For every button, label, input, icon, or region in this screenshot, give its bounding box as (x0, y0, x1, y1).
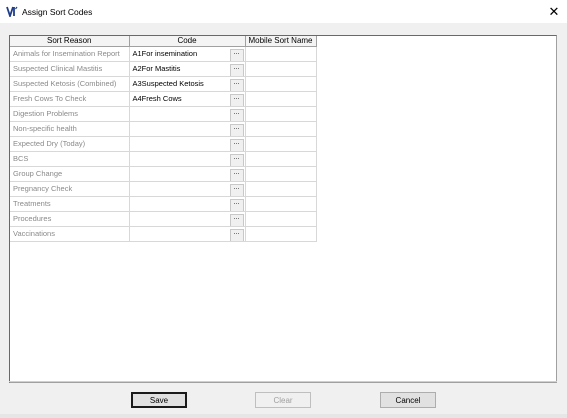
save-button[interactable]: Save (131, 392, 187, 408)
cancel-button[interactable]: Cancel (380, 392, 436, 408)
mobile-sort-name-cell[interactable] (245, 151, 317, 167)
code-picker-button[interactable]: ... (229, 64, 244, 76)
table-row[interactable]: Procedures... (10, 211, 317, 227)
code-cell[interactable]: A1For insemination... (129, 46, 246, 62)
mobile-sort-name-cell[interactable] (245, 196, 317, 212)
code-cell[interactable]: ... (129, 181, 246, 197)
sort-reason-cell: Vaccinations (10, 226, 130, 242)
code-cell[interactable]: ... (129, 196, 246, 212)
table-row[interactable]: Animals for Insemination Report A1For ins… (10, 46, 317, 62)
sort-reason-cell: Expected Dry (Today) (10, 136, 130, 152)
column-header-mobile-sort-name[interactable]: Mobile Sort Name (245, 36, 317, 47)
table-row[interactable]: Non-specific health... (10, 121, 317, 137)
code-picker-button[interactable]: ... (229, 199, 244, 211)
mobile-sort-name-cell[interactable] (245, 46, 317, 62)
code-cell[interactable]: ... (129, 121, 246, 137)
mobile-sort-name-cell[interactable] (245, 181, 317, 197)
mobile-sort-name-cell[interactable] (245, 76, 317, 92)
title-bar: Assign Sort Codes ✕ (0, 0, 567, 23)
column-header-code[interactable]: Code (129, 36, 246, 47)
code-picker-button[interactable]: ... (229, 94, 244, 106)
window-bottom-edge (0, 414, 567, 418)
column-header-sort-reason[interactable]: Sort Reason (10, 36, 130, 47)
table-row[interactable]: BCS... (10, 151, 317, 167)
clear-button: Clear (255, 392, 311, 408)
code-picker-button[interactable]: ... (229, 229, 244, 241)
code-picker-button[interactable]: ... (229, 169, 244, 181)
code-cell[interactable]: ... (129, 226, 246, 242)
code-cell[interactable]: A4Fresh Cows... (129, 91, 246, 107)
mobile-sort-name-cell[interactable] (245, 121, 317, 137)
table-row[interactable]: Vaccinations... (10, 226, 317, 242)
table-row[interactable]: Suspected Clinical Mastitis A2For Mastiti… (10, 61, 317, 77)
sort-reason-cell: Fresh Cows To Check (10, 91, 130, 107)
sort-codes-table: Sort Reason Code Mobile Sort Name Animal… (10, 36, 317, 242)
sort-reason-cell: Animals for Insemination Report (10, 46, 130, 62)
sort-reason-cell: Digestion Problems (10, 106, 130, 122)
grid-divider (9, 381, 557, 382)
code-picker-button[interactable]: ... (229, 49, 244, 61)
sort-codes-grid[interactable]: Sort Reason Code Mobile Sort Name Animal… (9, 35, 557, 383)
mobile-sort-name-cell[interactable] (245, 211, 317, 227)
code-picker-button[interactable]: ... (229, 139, 244, 151)
sort-reason-cell: Suspected Ketosis (Combined) (10, 76, 130, 92)
code-cell[interactable]: ... (129, 211, 246, 227)
code-picker-button[interactable]: ... (229, 154, 244, 166)
sort-reason-cell: Group Change (10, 166, 130, 182)
code-cell[interactable]: ... (129, 106, 246, 122)
sort-reason-cell: Suspected Clinical Mastitis (10, 61, 130, 77)
mobile-sort-name-cell[interactable] (245, 61, 317, 77)
table-row[interactable]: Fresh Cows To Check A4Fresh Cows... (10, 91, 317, 107)
sort-reason-cell: Non-specific health (10, 121, 130, 137)
code-picker-button[interactable]: ... (229, 109, 244, 121)
mobile-sort-name-cell[interactable] (245, 91, 317, 107)
sort-reason-cell: Procedures (10, 211, 130, 227)
grid-body: Animals for Insemination Report A1For ins… (10, 46, 317, 242)
code-value: A4Fresh Cows (132, 94, 182, 103)
code-cell[interactable]: ... (129, 151, 246, 167)
app-icon (6, 6, 18, 17)
close-button[interactable]: ✕ (541, 0, 567, 23)
mobile-sort-name-cell[interactable] (245, 136, 317, 152)
mobile-sort-name-cell[interactable] (245, 166, 317, 182)
code-value: A3Suspected Ketosis (132, 79, 204, 88)
mobile-sort-name-cell[interactable] (245, 226, 317, 242)
code-cell[interactable]: A2For Mastitis... (129, 61, 246, 77)
code-value: A1For insemination (132, 49, 198, 58)
header-row: Sort Reason Code Mobile Sort Name (10, 36, 317, 47)
table-row[interactable]: Pregnancy Check... (10, 181, 317, 197)
code-picker-button[interactable]: ... (229, 214, 244, 226)
mobile-sort-name-cell[interactable] (245, 106, 317, 122)
table-row[interactable]: Digestion Problems... (10, 106, 317, 122)
table-row[interactable]: Expected Dry (Today)... (10, 136, 317, 152)
sort-reason-cell: Treatments (10, 196, 130, 212)
code-picker-button[interactable]: ... (229, 184, 244, 196)
code-cell[interactable]: ... (129, 166, 246, 182)
sort-reason-cell: Pregnancy Check (10, 181, 130, 197)
code-cell[interactable]: ... (129, 136, 246, 152)
close-icon: ✕ (548, 3, 560, 19)
code-picker-button[interactable]: ... (229, 79, 244, 91)
table-row[interactable]: Group Change... (10, 166, 317, 182)
sort-reason-cell: BCS (10, 151, 130, 167)
table-row[interactable]: Suspected Ketosis (Combined) A3Suspected … (10, 76, 317, 92)
window-title: Assign Sort Codes (22, 7, 93, 17)
table-row[interactable]: Treatments... (10, 196, 317, 212)
code-picker-button[interactable]: ... (229, 124, 244, 136)
code-value: A2For Mastitis (132, 64, 181, 73)
code-cell[interactable]: A3Suspected Ketosis... (129, 76, 246, 92)
